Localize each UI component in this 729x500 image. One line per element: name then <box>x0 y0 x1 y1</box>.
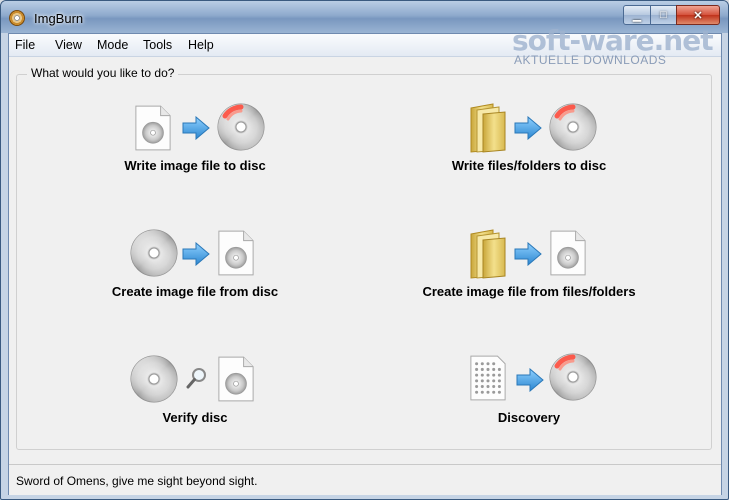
watermark-sub: AKTUELLE DOWNLOADS <box>514 53 667 67</box>
group-label: What would you like to do? <box>27 66 179 80</box>
main-client-area: File View Mode Tools Help soft-ware.net … <box>8 24 722 495</box>
action-label: Create image file from files/folders <box>422 284 636 299</box>
arrow-right-icon <box>181 116 211 140</box>
burn-disc-icon <box>216 102 266 152</box>
burn-disc-icon <box>548 352 598 402</box>
arrow-right-icon <box>513 116 543 140</box>
action-label: Discovery <box>497 410 561 425</box>
status-bar: Sword of Omens, give me sight beyond sig… <box>9 464 721 495</box>
image-file-icon <box>549 229 587 277</box>
minimize-button[interactable]: ▁ <box>623 5 651 25</box>
image-file-icon <box>134 104 172 152</box>
action-group <box>16 74 712 450</box>
window-title: ImgBurn <box>34 11 84 26</box>
menu-file[interactable]: File <box>15 38 35 52</box>
burn-disc-icon <box>548 102 598 152</box>
image-file-icon <box>217 229 255 277</box>
close-icon: ✕ <box>693 9 703 22</box>
folder-icon <box>467 102 507 154</box>
menu-view[interactable]: View <box>55 38 82 52</box>
arrow-right-icon <box>181 242 211 266</box>
action-label: Create image file from disc <box>111 284 279 299</box>
maximize-icon: □ <box>660 9 667 21</box>
action-label: Write image file to disc <box>124 158 266 173</box>
magnifier-icon <box>185 366 209 390</box>
close-button[interactable]: ✕ <box>676 5 720 25</box>
image-file-icon <box>217 355 255 403</box>
imgburn-window: ImgBurn ▁ □ ✕ File View Mode Tools Help … <box>0 0 729 500</box>
discovery-pattern-icon <box>469 354 507 402</box>
watermark: soft-ware.net AKTUELLE DOWNLOADS <box>512 24 714 67</box>
status-text: Sword of Omens, give me sight beyond sig… <box>16 474 258 488</box>
menu-mode[interactable]: Mode <box>97 38 128 52</box>
maximize-button[interactable]: □ <box>651 5 676 25</box>
disc-icon <box>129 354 179 404</box>
arrow-right-icon <box>515 368 545 392</box>
window-controls: ▁ □ ✕ <box>623 5 720 25</box>
arrow-right-icon <box>513 242 543 266</box>
action-label: Verify disc <box>162 410 228 425</box>
imgburn-app-icon[interactable] <box>9 10 25 26</box>
menu-help[interactable]: Help <box>188 38 214 52</box>
minimize-icon: ▁ <box>632 9 642 22</box>
action-label: Write files/folders to disc <box>451 158 607 173</box>
folder-icon <box>467 228 507 280</box>
disc-icon <box>129 228 179 278</box>
menu-tools[interactable]: Tools <box>143 38 172 52</box>
